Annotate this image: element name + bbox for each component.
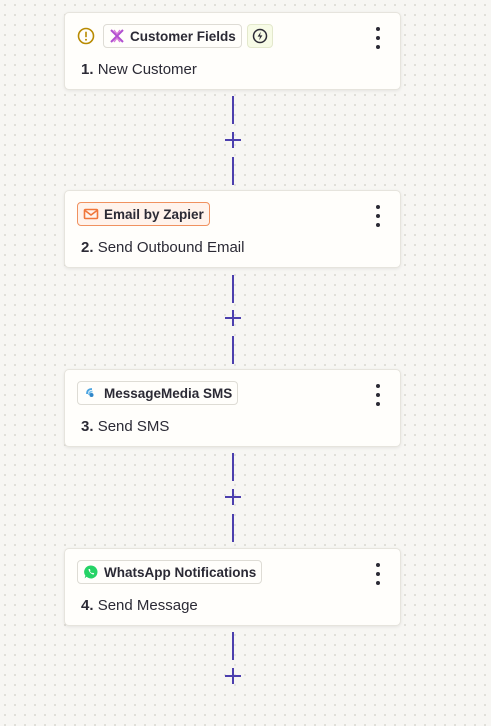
app-chip-messagemedia-sms[interactable]: MessageMedia SMS (77, 381, 239, 405)
email-icon (83, 206, 99, 222)
add-step-button[interactable] (224, 667, 242, 685)
customer-fields-icon (109, 28, 125, 44)
connector-line (232, 632, 234, 660)
connector-line (232, 275, 234, 303)
app-name: WhatsApp Notifications (104, 564, 257, 580)
connector-line (232, 514, 234, 542)
trigger-badge[interactable] (246, 24, 273, 48)
whatsapp-icon (83, 564, 99, 580)
step-number: 3. (81, 418, 94, 435)
step-title: 1. New Customer (81, 61, 197, 78)
step-number: 4. (81, 597, 94, 614)
connector-line (232, 96, 234, 124)
messagemedia-icon (83, 385, 99, 401)
add-step-button[interactable] (224, 488, 242, 506)
lightning-bolt-icon (252, 28, 268, 44)
more-options-button[interactable] (368, 563, 388, 585)
connector-line (232, 453, 234, 481)
app-name: MessageMedia SMS (104, 385, 233, 401)
step-action: Send Message (97, 597, 198, 614)
step-card-1[interactable]: Customer Fields 1. New Customer (64, 12, 401, 90)
alert-circle-icon[interactable] (77, 27, 95, 45)
app-chip-email-by-zapier[interactable]: Email by Zapier (77, 202, 210, 226)
app-chip-customer-fields[interactable]: Customer Fields (103, 24, 242, 48)
step-action: New Customer (97, 61, 197, 78)
more-options-button[interactable] (368, 384, 388, 406)
more-options-button[interactable] (368, 205, 388, 227)
step-action: Send Outbound Email (97, 239, 245, 256)
step-card-3[interactable]: MessageMedia SMS 3. Send SMS (64, 369, 401, 447)
add-step-button[interactable] (224, 309, 242, 327)
step-number: 1. (81, 61, 94, 78)
connector-line (232, 336, 234, 364)
step-title: 3. Send SMS (81, 418, 169, 435)
step-card-4[interactable]: WhatsApp Notifications 4. Send Message (64, 548, 401, 626)
step-number: 2. (81, 239, 94, 256)
app-chip-whatsapp-notifications[interactable]: WhatsApp Notifications (77, 560, 263, 584)
step-title: 2. Send Outbound Email (81, 239, 244, 256)
app-name: Email by Zapier (104, 206, 204, 222)
app-name: Customer Fields (130, 28, 236, 44)
step-title: 4. Send Message (81, 597, 198, 614)
more-options-button[interactable] (368, 27, 388, 49)
add-step-button[interactable] (224, 131, 242, 149)
step-card-2[interactable]: Email by Zapier 2. Send Outbound Email (64, 190, 401, 268)
connector-line (232, 157, 234, 185)
step-action: Send SMS (97, 418, 170, 435)
